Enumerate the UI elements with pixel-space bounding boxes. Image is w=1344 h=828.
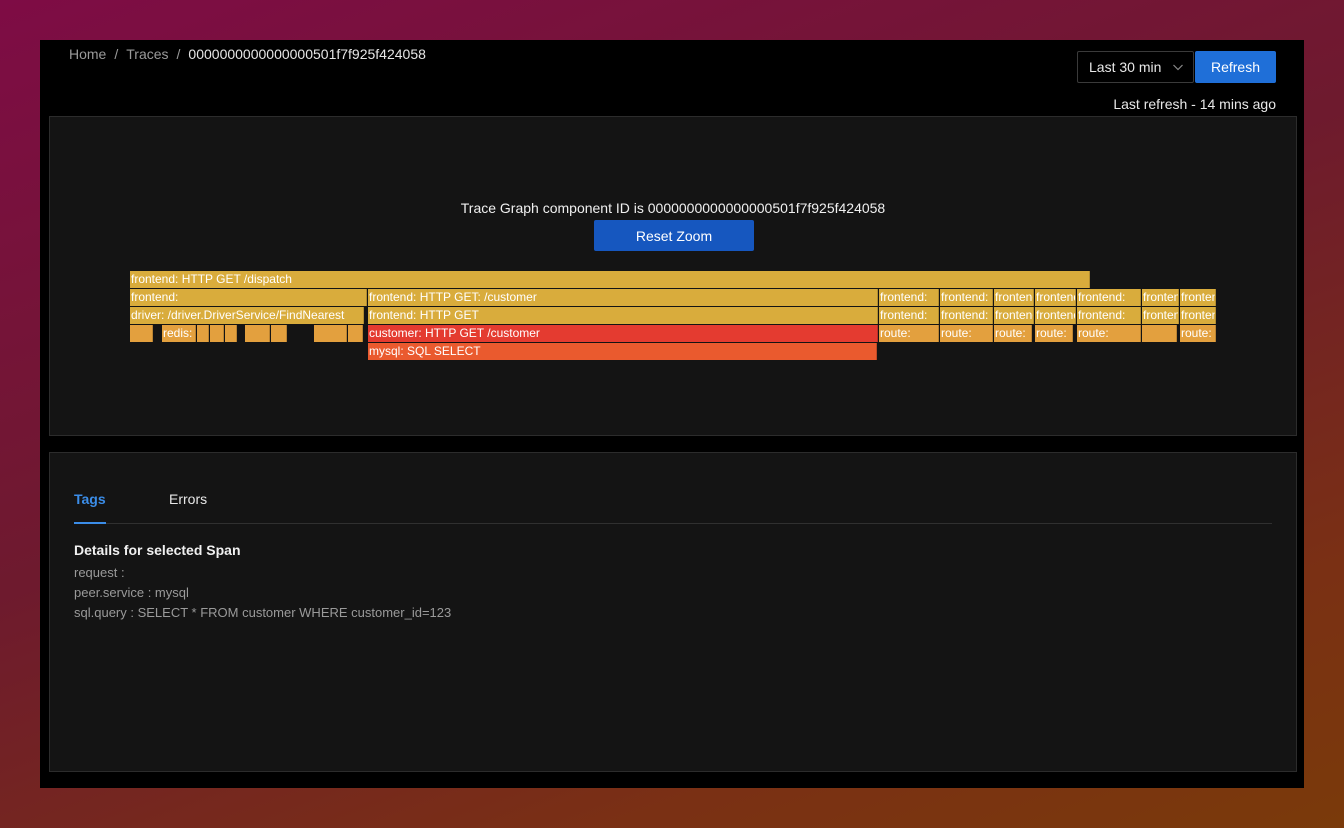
trace-span[interactable]: frontend: (994, 289, 1034, 306)
breadcrumb-home-link[interactable]: Home (69, 46, 106, 62)
trace-span[interactable]: driver: /driver.DriverService/FindNeares… (130, 307, 364, 324)
trace-span[interactable]: frontend: (940, 289, 993, 306)
trace-span[interactable]: frontend: (879, 289, 939, 306)
trace-span[interactable]: redis: (162, 325, 196, 342)
trace-span[interactable] (314, 325, 347, 342)
breadcrumb-traces-link[interactable]: Traces (126, 46, 168, 62)
trace-span[interactable]: frontend: (940, 307, 993, 324)
trace-span[interactable]: route: (940, 325, 993, 342)
chevron-down-icon (1173, 64, 1183, 71)
trace-span[interactable]: frontend: HTTP GET (368, 307, 878, 324)
breadcrumb-current-trace-id: 0000000000000000501f7f925f424058 (188, 46, 426, 62)
breadcrumb-separator: / (176, 46, 181, 62)
trace-span[interactable]: route: (1035, 325, 1073, 342)
details-heading: Details for selected Span (74, 542, 241, 558)
trace-span[interactable]: frontend: (1035, 307, 1076, 324)
last-refresh-status: Last refresh - 14 mins ago (1113, 96, 1276, 112)
trace-span[interactable] (271, 325, 287, 342)
tab-tags[interactable]: Tags (74, 491, 106, 524)
details-tabs: Tags Errors (74, 491, 1272, 524)
trace-span[interactable]: frontend: (1180, 307, 1216, 324)
refresh-button[interactable]: Refresh (1195, 51, 1276, 83)
trace-span[interactable]: frontend: (1142, 289, 1179, 306)
trace-span[interactable] (210, 325, 224, 342)
trace-span[interactable] (1142, 325, 1177, 342)
trace-span[interactable]: route: (879, 325, 939, 342)
trace-span[interactable]: route: (994, 325, 1032, 342)
breadcrumb: Home / Traces / 0000000000000000501f7f92… (69, 44, 426, 64)
time-range-select[interactable]: Last 30 min (1077, 51, 1194, 83)
tab-errors[interactable]: Errors (169, 491, 207, 523)
trace-span[interactable] (348, 325, 363, 342)
trace-span[interactable]: frontend: HTTP GET /dispatch (130, 271, 1090, 288)
time-range-selected-value: Last 30 min (1089, 59, 1162, 75)
breadcrumb-separator: / (114, 46, 119, 62)
trace-span[interactable]: frontend: HTTP GET: /customer (368, 289, 878, 306)
trace-span[interactable]: frontend: (130, 289, 367, 306)
trace-span[interactable]: frontend: (994, 307, 1034, 324)
trace-span[interactable]: frontend: (1180, 289, 1216, 306)
trace-span[interactable]: frontend: (1077, 289, 1141, 306)
trace-span[interactable]: frontend: (1077, 307, 1141, 324)
tag-row-sql-query: sql.query : SELECT * FROM customer WHERE… (74, 605, 452, 620)
trace-span[interactable] (197, 325, 209, 342)
span-details-panel: Tags Errors Details for selected Span re… (49, 452, 1297, 772)
tag-row-peer-service: peer.service : mysql (74, 585, 189, 600)
trace-span[interactable]: route: (1180, 325, 1216, 342)
trace-graph-title: Trace Graph component ID is 000000000000… (460, 200, 886, 216)
reset-zoom-button[interactable]: Reset Zoom (594, 220, 754, 251)
trace-span[interactable]: customer: HTTP GET /customer (368, 325, 878, 342)
trace-span[interactable]: frontend: (879, 307, 939, 324)
trace-span[interactable] (130, 325, 153, 342)
trace-span[interactable]: mysql: SQL SELECT (368, 343, 877, 360)
trace-span[interactable]: frontend: (1035, 289, 1076, 306)
trace-graph-panel: Trace Graph component ID is 000000000000… (49, 116, 1297, 436)
flame-graph: frontend: HTTP GET /dispatch frontend: fro… (130, 271, 1217, 363)
trace-span[interactable]: frontend: (1142, 307, 1179, 324)
trace-span[interactable]: route: (1077, 325, 1141, 342)
app-window: Home / Traces / 0000000000000000501f7f92… (40, 40, 1304, 788)
tag-row-request: request : (74, 565, 125, 580)
trace-span[interactable] (245, 325, 270, 342)
trace-span[interactable] (225, 325, 237, 342)
